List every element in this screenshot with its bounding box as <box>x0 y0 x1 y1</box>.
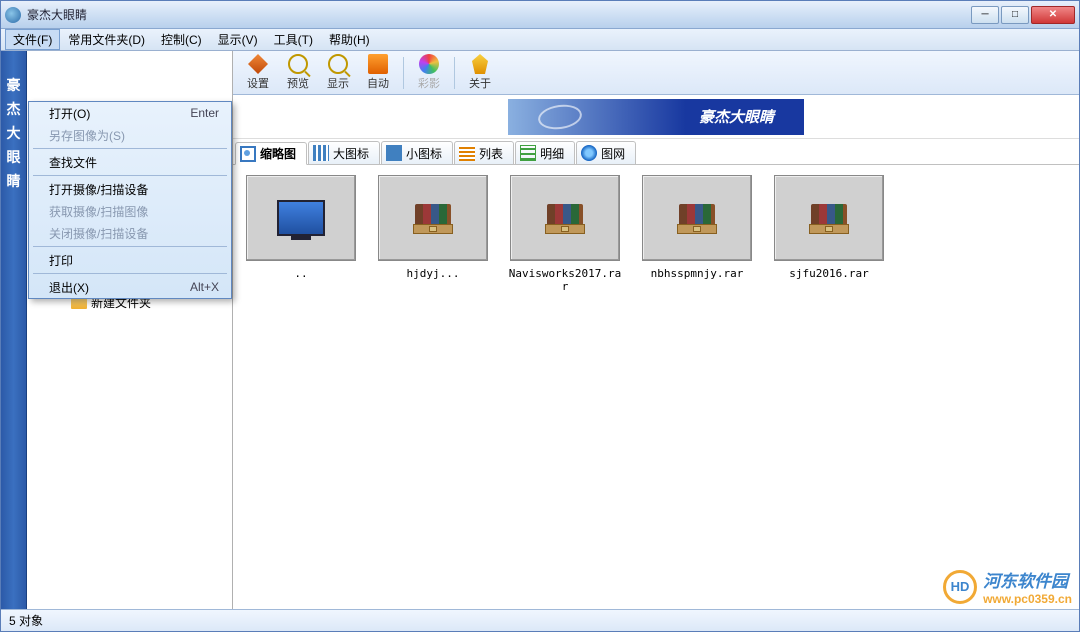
sidebar-tab[interactable]: 豪 杰 大 眼 睛 <box>1 51 27 609</box>
file-item[interactable]: Navisworks2017.rar <box>507 175 623 293</box>
magnifier-icon <box>288 54 308 74</box>
menu-tools[interactable]: 工具(T) <box>266 29 321 50</box>
menu-separator <box>33 148 227 149</box>
maximize-button[interactable] <box>1001 6 1029 24</box>
menu-open[interactable]: 打开(O)Enter <box>29 102 231 124</box>
large-icon-icon <box>313 145 329 161</box>
rar-icon <box>809 198 849 238</box>
menu-control[interactable]: 控制(C) <box>153 29 210 50</box>
toolbar-separator <box>403 57 404 89</box>
about-icon <box>470 54 490 74</box>
menu-help[interactable]: 帮助(H) <box>321 29 378 50</box>
menu-folders[interactable]: 常用文件夹(D) <box>60 29 153 50</box>
menu-save-image-as: 另存图像为(S) <box>29 124 231 146</box>
rar-icon <box>545 198 585 238</box>
status-text: 5 对象 <box>9 612 43 629</box>
list-icon <box>459 145 475 161</box>
auto-icon <box>368 54 388 74</box>
thumbnail-icon <box>240 146 256 162</box>
file-grid: .. hjdyj... Navisworks2017.rar nbhsspmnj… <box>233 165 1079 609</box>
tab-list[interactable]: 列表 <box>454 141 514 164</box>
magnifier-icon <box>328 54 348 74</box>
body-area: 豪 杰 大 眼 睛 + 库 + 网络 <box>1 51 1079 609</box>
small-icon-icon <box>386 145 402 161</box>
menu-open-camera-scanner[interactable]: 打开摄像/扫描设备 <box>29 178 231 200</box>
tool-colorshadow[interactable]: 彩影 <box>410 53 448 93</box>
menu-separator <box>33 246 227 247</box>
web-icon <box>581 145 597 161</box>
menu-print[interactable]: 打印 <box>29 249 231 271</box>
app-icon <box>5 7 21 23</box>
status-bar: 5 对象 <box>1 609 1079 631</box>
tool-settings[interactable]: 设置 <box>239 53 277 93</box>
tab-detail[interactable]: 明细 <box>515 141 575 164</box>
desktop-icon <box>277 200 325 236</box>
banner: 豪杰大眼睛 <box>233 95 1079 139</box>
window-title: 豪杰大眼睛 <box>27 6 971 23</box>
menu-display[interactable]: 显示(V) <box>210 29 266 50</box>
toolbar-separator <box>454 57 455 89</box>
tool-preview[interactable]: 预览 <box>279 53 317 93</box>
menu-separator <box>33 273 227 274</box>
detail-icon <box>520 145 536 161</box>
tool-auto[interactable]: 自动 <box>359 53 397 93</box>
settings-icon <box>248 54 268 74</box>
file-menu-dropdown: 打开(O)Enter 另存图像为(S) 查找文件 打开摄像/扫描设备 获取摄像/… <box>28 101 232 299</box>
content-pane: 设置 预览 显示 自动 彩影 <box>233 51 1079 609</box>
tool-about[interactable]: 关于 <box>461 53 499 93</box>
tool-display[interactable]: 显示 <box>319 53 357 93</box>
color-icon <box>419 54 439 74</box>
banner-image: 豪杰大眼睛 <box>508 99 804 135</box>
view-tabs: 缩略图 大图标 小图标 列表 明细 图网 <box>233 139 1079 165</box>
toolbar: 设置 预览 显示 自动 彩影 <box>233 51 1079 95</box>
menu-separator <box>33 175 227 176</box>
menu-close-camera-scanner: 关闭摄像/扫描设备 <box>29 222 231 244</box>
menu-find-file[interactable]: 查找文件 <box>29 151 231 173</box>
app-window: 豪杰大眼睛 文件(F) 常用文件夹(D) 控制(C) 显示(V) 工具(T) 帮… <box>0 0 1080 632</box>
file-item[interactable]: nbhsspmnjy.rar <box>639 175 755 280</box>
tab-thumbnail[interactable]: 缩略图 <box>235 142 307 165</box>
title-bar: 豪杰大眼睛 <box>1 1 1079 29</box>
menu-file[interactable]: 文件(F) <box>5 29 60 50</box>
file-item[interactable]: hjdyj... <box>375 175 491 280</box>
tab-web[interactable]: 图网 <box>576 141 636 164</box>
rar-icon <box>677 198 717 238</box>
file-item[interactable]: sjfu2016.rar <box>771 175 887 280</box>
menu-capture-image: 获取摄像/扫描图像 <box>29 200 231 222</box>
close-button[interactable] <box>1031 6 1075 24</box>
minimize-button[interactable] <box>971 6 999 24</box>
tab-small-icon[interactable]: 小图标 <box>381 141 453 164</box>
rar-icon <box>413 198 453 238</box>
menu-exit[interactable]: 退出(X)Alt+X <box>29 276 231 298</box>
window-buttons <box>971 6 1075 24</box>
tab-large-icon[interactable]: 大图标 <box>308 141 380 164</box>
file-item-parent[interactable]: .. <box>243 175 359 280</box>
menu-bar: 文件(F) 常用文件夹(D) 控制(C) 显示(V) 工具(T) 帮助(H) <box>1 29 1079 51</box>
